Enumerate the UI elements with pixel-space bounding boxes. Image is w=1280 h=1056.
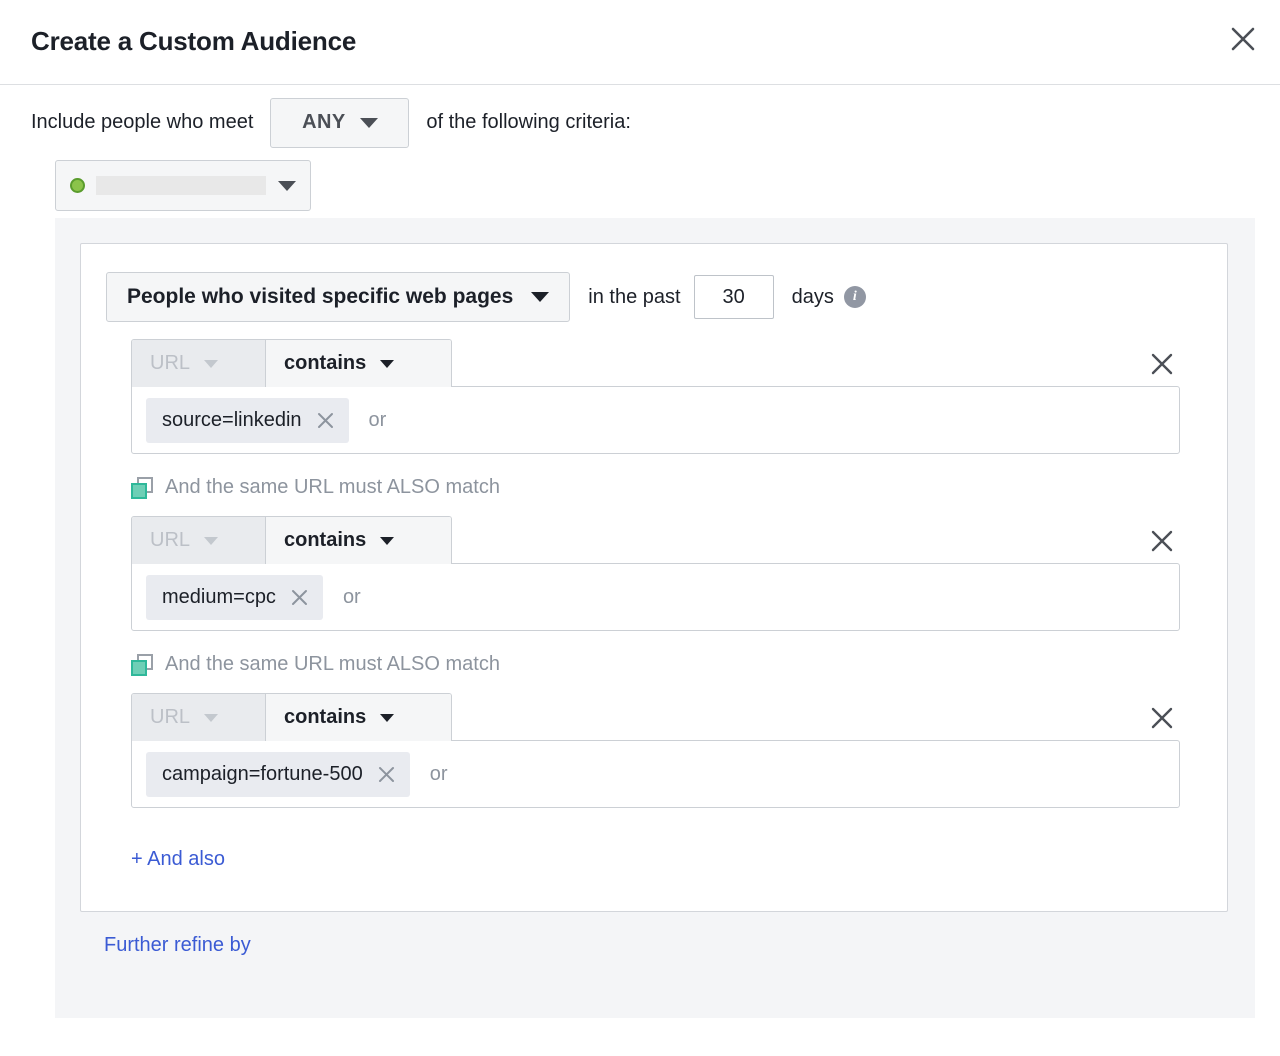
chevron-down-icon: [204, 714, 218, 722]
also-match-label-1: And the same URL must ALSO match: [165, 476, 500, 499]
remove-condition-button-2[interactable]: [1145, 526, 1179, 560]
condition-controls-1: URL contains: [131, 339, 1227, 387]
include-people-label: Include people who meet: [31, 111, 253, 134]
url-field-dropdown-3[interactable]: URL: [132, 694, 265, 741]
chevron-down-icon: [204, 537, 218, 545]
remove-token-button-3[interactable]: [377, 765, 396, 784]
event-type-value: People who visited specific web pages: [127, 285, 513, 309]
rule-header-row: People who visited specific web pages in…: [81, 272, 1227, 322]
retention-prefix-label: in the past: [588, 286, 680, 309]
pixel-source-value-redacted: [96, 176, 266, 195]
criteria-intro-row: Include people who meet ANY of the follo…: [0, 85, 1280, 160]
following-criteria-label: of the following criteria:: [426, 111, 631, 134]
event-type-dropdown[interactable]: People who visited specific web pages: [106, 272, 570, 322]
chevron-down-icon: [204, 360, 218, 368]
remove-token-button-2[interactable]: [290, 588, 309, 607]
chevron-down-icon: [278, 181, 296, 191]
url-token-3: campaign=fortune-500: [146, 752, 410, 797]
condition-selectors-2: URL contains: [131, 516, 452, 564]
also-match-checkbox-row-1[interactable]: And the same URL must ALSO match: [81, 476, 1227, 499]
url-value-input-3[interactable]: campaign=fortune-500 or: [131, 740, 1180, 808]
remove-condition-button-1[interactable]: [1145, 349, 1179, 383]
green-dot-icon: [70, 178, 85, 193]
also-match-checkbox-row-2[interactable]: And the same URL must ALSO match: [81, 653, 1227, 676]
rule-group-container: People who visited specific web pages in…: [55, 218, 1255, 1018]
condition-block-3: URL contains campaig: [81, 693, 1227, 808]
url-field-value-2: URL: [150, 529, 190, 552]
retention-days-input[interactable]: [694, 275, 774, 319]
close-icon: [1150, 706, 1174, 735]
also-match-label-2: And the same URL must ALSO match: [165, 653, 500, 676]
or-placeholder-3: or: [430, 763, 448, 786]
url-token-1: source=linkedin: [146, 398, 349, 443]
condition-controls-3: URL contains: [131, 693, 1227, 741]
rule-card: People who visited specific web pages in…: [80, 243, 1228, 912]
chevron-down-icon: [380, 360, 394, 368]
url-field-dropdown-1[interactable]: URL: [132, 340, 265, 387]
match-type-dropdown[interactable]: ANY: [270, 98, 409, 148]
dialog-header: Create a Custom Audience: [0, 0, 1280, 85]
operator-value-3: contains: [284, 706, 366, 729]
checkbox-icon: [131, 477, 153, 499]
url-token-label-3: campaign=fortune-500: [162, 763, 363, 786]
retention-suffix-label: days: [792, 286, 834, 309]
url-field-value-1: URL: [150, 352, 190, 375]
operator-value-1: contains: [284, 352, 366, 375]
url-value-input-1[interactable]: source=linkedin or: [131, 386, 1180, 454]
or-placeholder-2: or: [343, 586, 361, 609]
url-field-value-3: URL: [150, 706, 190, 729]
operator-value-2: contains: [284, 529, 366, 552]
chevron-down-icon: [360, 118, 378, 128]
condition-block-2: URL contains medium=: [81, 516, 1227, 631]
chevron-down-icon: [380, 714, 394, 722]
close-icon: [1150, 529, 1174, 558]
chevron-down-icon: [380, 537, 394, 545]
url-token-label-2: medium=cpc: [162, 586, 276, 609]
condition-selectors-1: URL contains: [131, 339, 452, 387]
page-title: Create a Custom Audience: [31, 26, 356, 57]
operator-dropdown-1[interactable]: contains: [265, 340, 451, 387]
pixel-source-dropdown[interactable]: [55, 160, 311, 211]
url-token-label-1: source=linkedin: [162, 409, 302, 432]
url-field-dropdown-2[interactable]: URL: [132, 517, 265, 564]
checkbox-icon: [131, 654, 153, 676]
condition-controls-2: URL contains: [131, 516, 1227, 564]
remove-condition-button-3[interactable]: [1145, 703, 1179, 737]
remove-token-button-1[interactable]: [316, 411, 335, 430]
pixel-source-row: [0, 160, 1280, 218]
close-dialog-button[interactable]: [1222, 18, 1264, 60]
info-icon[interactable]: i: [844, 286, 866, 308]
condition-block-1: URL contains source=: [81, 339, 1227, 454]
further-refine-button[interactable]: Further refine by: [80, 912, 251, 979]
operator-dropdown-3[interactable]: contains: [265, 694, 451, 741]
match-type-value: ANY: [302, 111, 345, 134]
add-and-also-button[interactable]: + And also: [81, 808, 225, 911]
url-value-input-2[interactable]: medium=cpc or: [131, 563, 1180, 631]
url-token-2: medium=cpc: [146, 575, 323, 620]
operator-dropdown-2[interactable]: contains: [265, 517, 451, 564]
close-icon: [1230, 26, 1256, 52]
chevron-down-icon: [531, 292, 549, 302]
or-placeholder-1: or: [369, 409, 387, 432]
close-icon: [1150, 352, 1174, 381]
condition-selectors-3: URL contains: [131, 693, 452, 741]
